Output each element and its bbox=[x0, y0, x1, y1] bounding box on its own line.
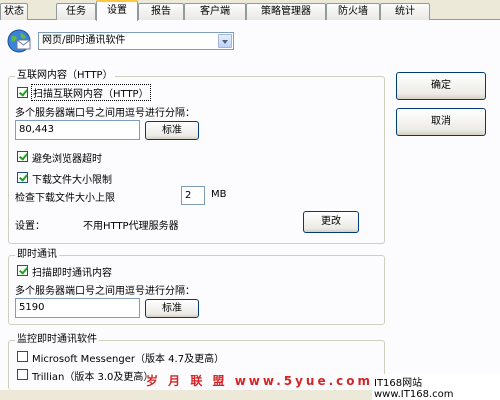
tab-statistics[interactable]: 统计 bbox=[380, 3, 430, 20]
chevron-down-icon[interactable] bbox=[218, 34, 232, 48]
ok-button[interactable]: 确定 bbox=[396, 72, 486, 100]
monitor-group-legend: 监控即时通讯软件 bbox=[15, 334, 99, 346]
limit-download-checkbox[interactable] bbox=[17, 172, 28, 183]
tab-label: 统计 bbox=[395, 6, 415, 17]
tab-policy-manager[interactable]: 策略管理器 bbox=[246, 3, 326, 20]
globe-mail-icon bbox=[7, 29, 31, 53]
max-size-label: 检查下载文件大小上限 bbox=[15, 193, 115, 204]
tab-label: 客户端 bbox=[200, 6, 230, 17]
trillian-checkbox[interactable] bbox=[17, 369, 28, 380]
proxy-settings-label: 设置： bbox=[15, 221, 45, 232]
tab-firewall[interactable]: 防火墙 bbox=[326, 3, 380, 20]
max-size-value: 2 bbox=[185, 190, 192, 201]
im-ports-label: 多个服务器端口号之间用逗号进行分隔： bbox=[15, 286, 195, 297]
scan-im-label: 扫描即时通讯内容 bbox=[32, 268, 112, 279]
http-group: 互联网内容（HTTP） 扫描互联网内容（HTTP） 多个服务器端口号之间用逗号进… bbox=[8, 70, 385, 244]
tab-reports[interactable]: 报告 bbox=[138, 3, 184, 20]
im-group-legend: 即时通讯 bbox=[15, 249, 59, 261]
http-ports-input[interactable]: 80,443 bbox=[15, 120, 140, 140]
change-proxy-button[interactable]: 更改 bbox=[303, 211, 359, 233]
tab-label: 任务 bbox=[66, 6, 86, 17]
cancel-button[interactable]: 取消 bbox=[396, 108, 486, 136]
msn-label: Microsoft Messenger（版本 4.7及更高） bbox=[32, 354, 225, 365]
button-label: 更改 bbox=[321, 216, 341, 227]
proxy-settings-value: 不用HTTP代理服务器 bbox=[83, 221, 179, 232]
im-ports-default-button[interactable]: 标准 bbox=[145, 299, 199, 318]
tab-status[interactable]: 状态 bbox=[0, 3, 28, 20]
avoid-timeout-checkbox[interactable] bbox=[17, 151, 28, 162]
tab-settings[interactable]: 设置 bbox=[96, 0, 138, 21]
tab-label: 设置 bbox=[107, 5, 127, 16]
tab-clients[interactable]: 客户端 bbox=[184, 3, 246, 20]
im-ports-value: 5190 bbox=[19, 302, 45, 313]
msn-checkbox[interactable] bbox=[17, 351, 28, 362]
tab-tasks[interactable]: 任务 bbox=[56, 3, 96, 20]
http-group-legend: 互联网内容（HTTP） bbox=[15, 70, 115, 82]
tab-label: 防火墙 bbox=[338, 6, 368, 17]
limit-download-label: 下载文件大小限制 bbox=[32, 175, 112, 186]
watermark-text: 岁 月 联 盟 www.5yue.com bbox=[146, 374, 374, 388]
im-ports-input[interactable]: 5190 bbox=[15, 298, 140, 318]
trillian-label: Trillian（版本 3.0及更高） bbox=[32, 372, 154, 383]
scan-http-label[interactable]: 扫描互联网内容（HTTP） bbox=[31, 84, 151, 101]
tab-label: 状态 bbox=[4, 6, 24, 17]
button-label: 标准 bbox=[162, 125, 182, 136]
watermark-site: IT168网站 www.IT168.com bbox=[372, 374, 500, 400]
button-label: 取消 bbox=[431, 116, 451, 127]
scan-im-checkbox[interactable] bbox=[17, 265, 28, 276]
im-group: 即时通讯 扫描即时通讯内容 多个服务器端口号之间用逗号进行分隔： 5190 标准 bbox=[8, 249, 385, 325]
http-ports-default-button[interactable]: 标准 bbox=[145, 121, 199, 140]
http-ports-value: 80,443 bbox=[19, 124, 54, 135]
tab-label: 策略管理器 bbox=[261, 6, 311, 17]
http-ports-label: 多个服务器端口号之间用逗号进行分隔： bbox=[15, 108, 195, 119]
scan-http-checkbox[interactable] bbox=[17, 87, 28, 98]
button-label: 确定 bbox=[431, 80, 451, 91]
category-select-value: 网页/即时通讯软件 bbox=[42, 35, 126, 46]
tab-strip: 状态 任务 设置 报告 客户端 策略管理器 防火墙 统计 bbox=[0, 0, 500, 21]
max-size-input[interactable]: 2 bbox=[181, 186, 205, 205]
tab-label: 报告 bbox=[151, 6, 171, 17]
avoid-timeout-label: 避免浏览器超时 bbox=[32, 154, 102, 165]
category-select[interactable]: 网页/即时通讯软件 bbox=[38, 32, 234, 50]
max-size-unit: MB bbox=[211, 189, 227, 200]
button-label: 标准 bbox=[162, 303, 182, 314]
